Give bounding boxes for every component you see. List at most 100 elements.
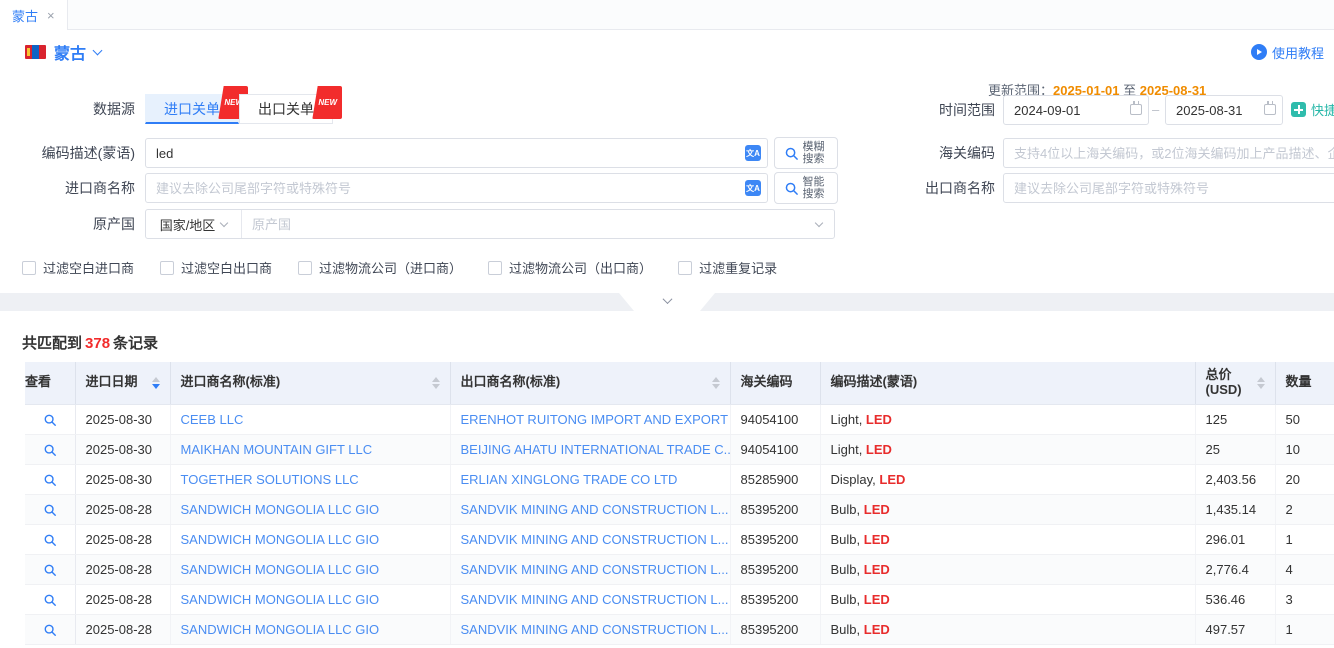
sort-carets[interactable] <box>426 377 440 389</box>
calendar-icon[interactable] <box>1264 104 1276 115</box>
smart-search-button[interactable]: 智能搜索 <box>774 172 838 204</box>
search-icon[interactable] <box>43 623 57 637</box>
importer-link[interactable]: MAIKHAN MOUNTAIN GIFT LLC <box>181 442 373 457</box>
search-icon[interactable] <box>43 443 57 457</box>
filter-checkbox-row: 过滤空白进口商 过滤空白出口商 过滤物流公司（进口商） 过滤物流公司（出口商） 过滤重复… <box>22 258 777 277</box>
importer-input[interactable] <box>145 173 768 203</box>
column-header[interactable]: 进口商名称(标准) <box>170 362 450 404</box>
filter-checkbox[interactable]: 过滤空白进口商 <box>22 258 134 277</box>
filter-checkbox[interactable]: 过滤物流公司（进口商） <box>298 258 462 277</box>
tab-import-declaration[interactable]: 进口关单 NEW <box>145 94 239 124</box>
chevron-down-icon[interactable] <box>815 218 823 226</box>
search-icon[interactable] <box>43 533 57 547</box>
chevron-down-icon[interactable] <box>93 46 103 56</box>
sort-asc-icon[interactable] <box>1257 377 1265 382</box>
column-header[interactable]: 总价 (USD) <box>1195 362 1275 404</box>
importer-cell: SANDWICH MONGOLIA LLC GIO <box>170 524 450 554</box>
exporter-link[interactable]: SANDVIK MINING AND CONSTRUCTION L... <box>461 622 729 637</box>
import-date-cell: 2025-08-28 <box>75 614 170 644</box>
exporter-link[interactable]: ERLIAN XINGLONG TRADE CO LTD <box>461 472 678 487</box>
sort-desc-icon[interactable] <box>432 384 440 389</box>
quantity-cell: 1 <box>1275 524 1334 554</box>
code-desc-cell: Bulb, LED <box>820 554 1195 584</box>
exporter-label: 出口商名称 <box>875 173 995 203</box>
sort-desc-icon[interactable] <box>1257 384 1265 389</box>
table-row: 2025-08-28 SANDWICH MONGOLIA LLC GIO SANDV… <box>25 614 1334 644</box>
column-header[interactable]: 进口日期 <box>75 362 170 404</box>
exporter-link[interactable]: ERENHOT RUITONG IMPORT AND EXPORT ... <box>461 412 731 427</box>
exporter-cell: SANDVIK MINING AND CONSTRUCTION L... <box>450 494 730 524</box>
checkbox-icon[interactable] <box>488 261 502 275</box>
search-icon[interactable] <box>43 413 57 427</box>
search-icon[interactable] <box>43 503 57 517</box>
sort-carets[interactable] <box>1251 377 1265 389</box>
checkbox-icon[interactable] <box>678 261 692 275</box>
search-icon[interactable] <box>43 473 57 487</box>
tab-mongolia[interactable]: 蒙古 × <box>0 0 68 30</box>
exporter-link[interactable]: BEIJING AHATU INTERNATIONAL TRADE C... <box>461 442 731 457</box>
search-icon[interactable] <box>43 563 57 577</box>
importer-cell: SANDWICH MONGOLIA LLC GIO <box>170 494 450 524</box>
hs-code-cell: 85285900 <box>730 464 820 494</box>
importer-cell: CEEB LLC <box>170 404 450 434</box>
exporter-cell: SANDVIK MINING AND CONSTRUCTION L... <box>450 524 730 554</box>
translate-icon[interactable]: 文A <box>745 145 761 161</box>
fuzzy-search-button[interactable]: 模糊搜索 <box>774 137 838 169</box>
close-icon[interactable]: × <box>47 8 55 23</box>
translate-icon[interactable]: 文A <box>745 180 761 196</box>
importer-link[interactable]: TOGETHER SOLUTIONS LLC <box>181 472 359 487</box>
hs-code-input[interactable] <box>1003 138 1334 168</box>
exporter-input[interactable] <box>1003 173 1334 203</box>
quantity-cell: 4 <box>1275 554 1334 584</box>
code-desc-input[interactable] <box>145 138 768 168</box>
checkbox-label: 过滤空白出口商 <box>181 258 272 277</box>
table-row: 2025-08-30MAIKHAN MOUNTAIN GIFT LLCBEIJI… <box>25 434 1334 464</box>
importer-cell: SANDWICH MONGOLIA LLC GIO <box>170 554 450 584</box>
checkbox-icon[interactable] <box>160 261 174 275</box>
filter-checkbox[interactable]: 过滤空白出口商 <box>160 258 272 277</box>
sort-carets[interactable] <box>706 377 720 389</box>
search-icon[interactable] <box>43 593 57 607</box>
importer-link[interactable]: SANDWICH MONGOLIA LLC GIO <box>181 622 380 637</box>
date-start-input[interactable] <box>1003 95 1149 125</box>
quantity-cell: 1 <box>1275 614 1334 644</box>
checkbox-icon[interactable] <box>22 261 36 275</box>
total-usd-cell: 25 <box>1195 434 1275 464</box>
sort-desc-icon[interactable] <box>152 384 160 389</box>
exporter-link[interactable]: SANDVIK MINING AND CONSTRUCTION L... <box>461 532 729 547</box>
sort-carets[interactable] <box>146 377 160 389</box>
view-cell <box>25 524 75 554</box>
view-cell <box>25 584 75 614</box>
code-desc-cell: Bulb, LED <box>820 614 1195 644</box>
collapse-toggle[interactable] <box>619 293 715 311</box>
calendar-icon[interactable] <box>1130 104 1142 115</box>
exporter-link[interactable]: SANDVIK MINING AND CONSTRUCTION L... <box>461 562 729 577</box>
exporter-link[interactable]: SANDVIK MINING AND CONSTRUCTION L... <box>461 592 729 607</box>
tutorial-link[interactable]: 使用教程 <box>1251 43 1324 62</box>
column-label: 进口商名称(标准) <box>181 375 281 390</box>
importer-link[interactable]: CEEB LLC <box>181 412 244 427</box>
exporter-cell: ERLIAN XINGLONG TRADE CO LTD <box>450 464 730 494</box>
filter-checkbox[interactable]: 过滤物流公司（出口商） <box>488 258 652 277</box>
column-header[interactable]: 出口商名称(标准) <box>450 362 730 404</box>
country-title[interactable]: 蒙古 <box>54 40 86 64</box>
results-prefix: 共匹配到 <box>22 335 82 352</box>
sort-asc-icon[interactable] <box>152 377 160 382</box>
origin-region-select[interactable]: 国家/地区 <box>146 210 242 238</box>
importer-link[interactable]: SANDWICH MONGOLIA LLC GIO <box>181 562 380 577</box>
importer-link[interactable]: SANDWICH MONGOLIA LLC GIO <box>181 592 380 607</box>
exporter-link[interactable]: SANDVIK MINING AND CONSTRUCTION L... <box>461 502 729 517</box>
sort-asc-icon[interactable] <box>712 377 720 382</box>
origin-input[interactable] <box>242 217 816 232</box>
chevron-down-icon <box>662 294 672 304</box>
tab-export-declaration[interactable]: 出口关单 NEW <box>239 94 333 124</box>
sort-asc-icon[interactable] <box>432 377 440 382</box>
checkbox-icon[interactable] <box>298 261 312 275</box>
filter-checkbox[interactable]: 过滤重复记录 <box>678 258 777 277</box>
date-separator: – <box>1152 95 1159 125</box>
import-date-cell: 2025-08-30 <box>75 464 170 494</box>
quick-search-button[interactable]: 快捷 <box>1291 100 1334 119</box>
importer-link[interactable]: SANDWICH MONGOLIA LLC GIO <box>181 502 380 517</box>
sort-desc-icon[interactable] <box>712 384 720 389</box>
importer-link[interactable]: SANDWICH MONGOLIA LLC GIO <box>181 532 380 547</box>
